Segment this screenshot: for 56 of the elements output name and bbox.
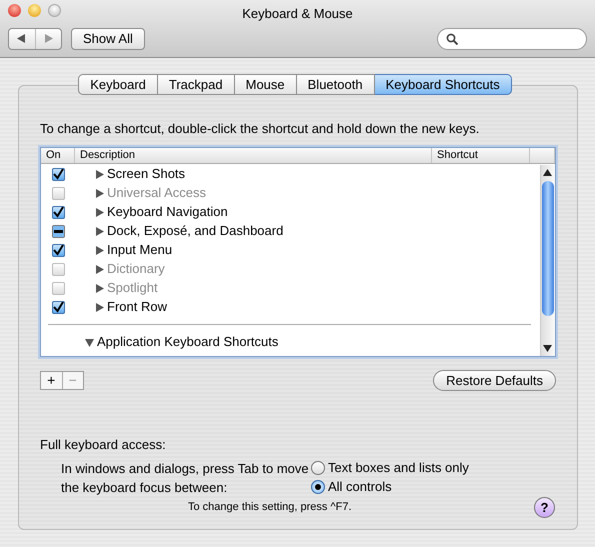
checkmark-icon: [53, 244, 64, 256]
search-field[interactable]: [437, 28, 587, 50]
radio-dot-icon: [315, 484, 321, 490]
checkbox[interactable]: [52, 300, 65, 314]
radio-label[interactable]: All controls: [328, 476, 392, 496]
search-icon: [446, 32, 458, 44]
back-icon: [17, 34, 26, 43]
radio-label[interactable]: Text boxes and lists only: [328, 458, 469, 478]
keyboard-access-description: In windows and dialogs, press Tab to move the keyboard focus between:: [61, 460, 310, 497]
checkbox[interactable]: [52, 168, 65, 180]
row-description: Input Menu: [107, 241, 172, 260]
add-button[interactable]: +: [41, 372, 62, 388]
tab[interactable]: Keyboard Shortcuts: [374, 74, 512, 95]
checkmark-icon: [53, 302, 64, 312]
column-header[interactable]: On: [41, 148, 75, 162]
row-description: Keyboard Navigation: [107, 203, 228, 222]
row-description: Front Row: [107, 298, 167, 316]
help-button[interactable]: ?: [534, 497, 555, 518]
disclosure-triangle-icon[interactable]: [95, 246, 104, 254]
disclosure-triangle-icon[interactable]: [95, 302, 104, 312]
restore-defaults-button[interactable]: Restore Defaults: [433, 370, 556, 390]
checkmark-icon: [53, 168, 64, 180]
disclosure-triangle-icon[interactable]: [95, 226, 104, 236]
hint-text: To change this setting, press ^F7.: [188, 500, 352, 516]
row-description: Spotlight: [107, 279, 158, 298]
show-all-button[interactable]: Show All: [71, 28, 145, 50]
radio-button[interactable]: [311, 480, 325, 494]
tab[interactable]: Trackpad: [158, 74, 235, 95]
row-description: Dock, Exposé, and Dashboard: [107, 222, 284, 240]
forward-icon: [44, 34, 53, 43]
checkbox[interactable]: [52, 206, 65, 218]
window-title: Keyboard & Mouse: [241, 5, 354, 23]
scrollbar[interactable]: [540, 164, 555, 356]
checkmark-icon: [53, 206, 64, 218]
scroll-down-icon: [543, 344, 552, 352]
tab[interactable]: Keyboard: [78, 74, 158, 95]
dash-icon: [53, 226, 64, 236]
disclosure-triangle-icon[interactable]: [95, 170, 104, 178]
disclosure-triangle-icon[interactable]: [95, 208, 104, 216]
close-button[interactable]: [8, 4, 21, 17]
instruction-text: To change a shortcut, double-click the shortcut and hold down the new keys.: [40, 120, 480, 138]
section-row[interactable]: Application Keyboard Shortcuts: [97, 332, 278, 352]
tab[interactable]: Bluetooth: [296, 74, 375, 95]
checkbox[interactable]: [52, 244, 65, 256]
scroll-up-icon: [543, 168, 552, 176]
checkbox[interactable]: [52, 224, 65, 238]
section-heading: Full keyboard access:: [40, 436, 167, 454]
column-header[interactable]: Shortcut: [432, 148, 530, 162]
row-description: Screen Shots: [107, 165, 186, 184]
scroll-thumb[interactable]: [542, 180, 554, 316]
disclosure-triangle-icon[interactable]: [85, 338, 94, 346]
radio-button[interactable]: [311, 460, 325, 474]
column-header[interactable]: Description: [75, 148, 432, 162]
tab[interactable]: Mouse: [234, 74, 297, 95]
row-description: Dictionary: [107, 260, 165, 278]
row-description: Universal Access: [107, 184, 206, 202]
